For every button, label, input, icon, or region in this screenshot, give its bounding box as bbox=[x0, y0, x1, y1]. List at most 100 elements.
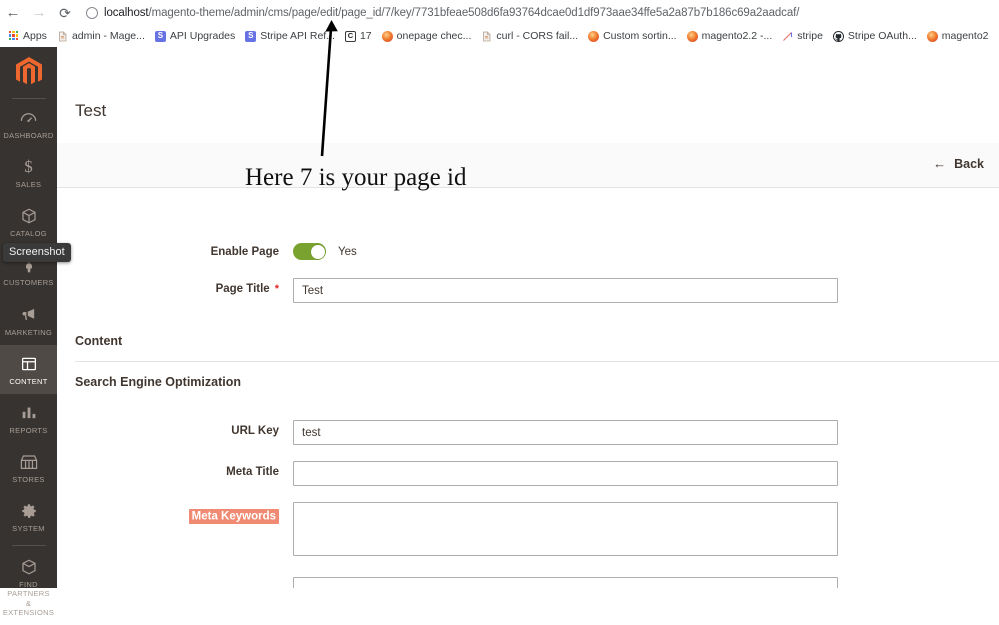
document-icon bbox=[481, 31, 492, 42]
back-button[interactable]: ← Back bbox=[933, 156, 984, 171]
url-path: /magento-theme/admin/cms/page/edit/page_… bbox=[149, 7, 800, 19]
page-title: Test bbox=[75, 101, 106, 121]
bookmark-custom-sorting[interactable]: Custom sortin... bbox=[584, 25, 683, 47]
sidebar-item-marketing[interactable]: MARKETING bbox=[0, 296, 57, 345]
sidebar-item-label: SYSTEM bbox=[0, 524, 57, 533]
forward-arrow-icon: → bbox=[26, 0, 52, 25]
sidebar-item-dashboard[interactable]: DASHBOARD bbox=[0, 99, 57, 148]
meta-title-input[interactable] bbox=[293, 461, 838, 486]
layout-icon bbox=[0, 354, 57, 374]
required-marker: * bbox=[275, 283, 279, 295]
screenshot-tooltip: Screenshot bbox=[3, 243, 71, 262]
bookmark-onepage-checkout[interactable]: onepage chec... bbox=[378, 25, 478, 47]
arrow-left-icon: ← bbox=[933, 156, 946, 171]
field-meta-keywords: Meta Keywords bbox=[57, 502, 838, 556]
bookmark-curl-cors[interactable]: curl - CORS fail... bbox=[477, 25, 584, 47]
site-info-icon[interactable] bbox=[86, 7, 98, 19]
sidebar-item-reports[interactable]: REPORTS bbox=[0, 394, 57, 443]
bookmark-api-upgrades[interactable]: S API Upgrades bbox=[151, 25, 241, 47]
bookmark-17[interactable]: C 17 bbox=[341, 25, 378, 47]
gear-icon bbox=[0, 501, 57, 521]
enable-page-toggle[interactable] bbox=[293, 243, 326, 260]
sidebar-item-label: SALES bbox=[0, 180, 57, 189]
enable-page-value: Yes bbox=[338, 246, 357, 258]
page-title-label-text: Page Title bbox=[216, 283, 270, 295]
firefox-icon bbox=[927, 31, 938, 42]
meta-keywords-textarea[interactable] bbox=[293, 502, 838, 556]
meta-keywords-label: Meta Keywords bbox=[57, 502, 293, 522]
github-icon bbox=[833, 31, 844, 42]
sidebar-item-catalog[interactable]: CATALOG bbox=[0, 197, 57, 246]
page-actions-toolbar: ← Back bbox=[57, 143, 999, 188]
bookmark-stripe-api-ref[interactable]: S Stripe API Ref... bbox=[241, 25, 341, 47]
sidebar-item-label: CATALOG bbox=[0, 229, 57, 238]
enable-page-label: Enable Page bbox=[57, 241, 293, 258]
stripe-icon: S bbox=[245, 31, 256, 42]
bookmark-admin-magento[interactable]: admin - Mage... bbox=[53, 25, 151, 47]
field-page-title: Page Title * bbox=[57, 278, 838, 303]
dollar-icon: $ bbox=[0, 157, 57, 177]
page-title-label: Page Title * bbox=[57, 278, 293, 295]
apps-grid-icon bbox=[8, 31, 19, 42]
section-divider bbox=[75, 361, 999, 362]
sidebar-item-label: STORES bbox=[0, 475, 57, 484]
bookmarks-bar: Apps admin - Mage... S API Upgrades S St… bbox=[0, 25, 999, 47]
bookmark-magento2[interactable]: magento2 bbox=[923, 25, 995, 47]
bookmark-label: Apps bbox=[23, 30, 47, 42]
field-url-key: URL Key bbox=[57, 420, 838, 445]
field-enable-page: Enable Page Yes bbox=[57, 241, 357, 260]
sidebar-item-stores[interactable]: STORES bbox=[0, 443, 57, 492]
magento-logo-icon[interactable] bbox=[0, 47, 57, 91]
browser-chrome: ← → ⟳ localhost/magento-theme/admin/cms/… bbox=[0, 0, 999, 47]
reload-icon[interactable]: ⟳ bbox=[52, 0, 78, 25]
firefox-icon bbox=[687, 31, 698, 42]
meta-description-textarea[interactable] bbox=[293, 577, 838, 588]
bookmark-label: onepage chec... bbox=[397, 30, 472, 42]
sidebar-item-sales[interactable]: $ SALES bbox=[0, 148, 57, 197]
sidebar-item-label: DASHBOARD bbox=[0, 131, 57, 140]
sidebar-divider bbox=[12, 545, 46, 546]
document-icon bbox=[57, 31, 68, 42]
bookmark-stripe-oauth[interactable]: Stripe OAuth... bbox=[829, 25, 923, 47]
url-key-input[interactable] bbox=[293, 420, 838, 445]
toggle-knob bbox=[311, 245, 325, 259]
main-content: Test ← Back Enable Page Yes Page Title* … bbox=[57, 47, 999, 588]
bookmark-label: API Upgrades bbox=[170, 30, 235, 42]
sidebar-item-system[interactable]: SYSTEM bbox=[0, 492, 57, 541]
bookmark-label: Stripe OAuth... bbox=[848, 30, 917, 42]
bookmark-stripe[interactable]: stripe bbox=[778, 25, 829, 47]
field-meta-description bbox=[57, 577, 838, 588]
page-title-input[interactable] bbox=[293, 278, 838, 303]
bookmark-apps[interactable]: Apps bbox=[4, 25, 53, 47]
back-arrow-icon[interactable]: ← bbox=[0, 0, 26, 25]
sidebar-item-label: CUSTOMERS bbox=[0, 278, 57, 287]
section-heading-content: Content bbox=[75, 334, 122, 348]
stripe-icon: S bbox=[155, 31, 166, 42]
sidebar-item-label: REPORTS bbox=[0, 426, 57, 435]
url-text: localhost/magento-theme/admin/cms/page/e… bbox=[104, 7, 799, 19]
back-button-label: Back bbox=[954, 157, 984, 171]
box-icon bbox=[0, 206, 57, 226]
url-host: localhost bbox=[104, 7, 149, 19]
bookmark-label: Stripe API Ref... bbox=[260, 30, 335, 42]
address-bar[interactable]: localhost/magento-theme/admin/cms/page/e… bbox=[78, 0, 999, 25]
sidebar-item-find-partners[interactable]: FIND PARTNERS & EXTENSIONS bbox=[0, 548, 57, 625]
line-chart-icon bbox=[782, 31, 793, 42]
gauge-icon bbox=[0, 108, 57, 128]
section-heading-seo: Search Engine Optimization bbox=[75, 375, 241, 389]
admin-sidebar: DASHBOARD $ SALES CATALOG CUSTOMERS MARK… bbox=[0, 47, 57, 588]
firefox-icon bbox=[588, 31, 599, 42]
package-icon bbox=[0, 557, 57, 577]
meta-title-label: Meta Title bbox=[57, 461, 293, 478]
bookmark-label: stripe bbox=[797, 30, 823, 42]
bookmark-label: magento2.2 -... bbox=[702, 30, 773, 42]
meta-description-label bbox=[57, 577, 293, 582]
sidebar-item-content[interactable]: CONTENT bbox=[0, 345, 57, 394]
megaphone-icon bbox=[0, 305, 57, 325]
sidebar-item-label: FIND PARTNERS & EXTENSIONS bbox=[0, 580, 57, 617]
bar-chart-icon bbox=[0, 403, 57, 423]
bookmark-label: 17 bbox=[360, 30, 372, 42]
bookmark-label: admin - Mage... bbox=[72, 30, 145, 42]
bookmark-magento22[interactable]: magento2.2 -... bbox=[683, 25, 779, 47]
meta-keywords-label-text: Meta Keywords bbox=[189, 509, 279, 524]
